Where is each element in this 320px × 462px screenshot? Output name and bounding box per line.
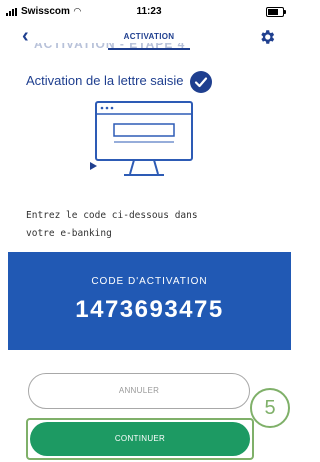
clipped-section-heading: ACTIVATION - ÉTAPE 4 — [34, 43, 186, 51]
continue-button[interactable]: CONTINUER — [30, 422, 250, 456]
activation-code-value: 1473693475 — [75, 296, 224, 323]
step-number-badge: 5 — [250, 388, 290, 428]
status-bar: Swisscom ◠ 11:23 — [0, 0, 298, 22]
computer-monitor-icon — [90, 101, 193, 176]
activation-title: Activation de la lettre saisie — [26, 73, 184, 88]
activation-code-panel: CODE D'ACTIVATION 1473693475 — [8, 252, 291, 350]
activation-code-label: CODE D'ACTIVATION — [91, 276, 208, 287]
status-time: 11:23 — [136, 6, 162, 17]
cancel-button[interactable]: ANNULER — [28, 373, 250, 409]
nav-title: ACTIVATION — [123, 32, 175, 41]
checkmark-circle-icon — [190, 71, 212, 93]
battery-icon — [266, 7, 286, 17]
instruction-text: Entrez le code ci-dessous dans votre e-b… — [26, 210, 198, 239]
